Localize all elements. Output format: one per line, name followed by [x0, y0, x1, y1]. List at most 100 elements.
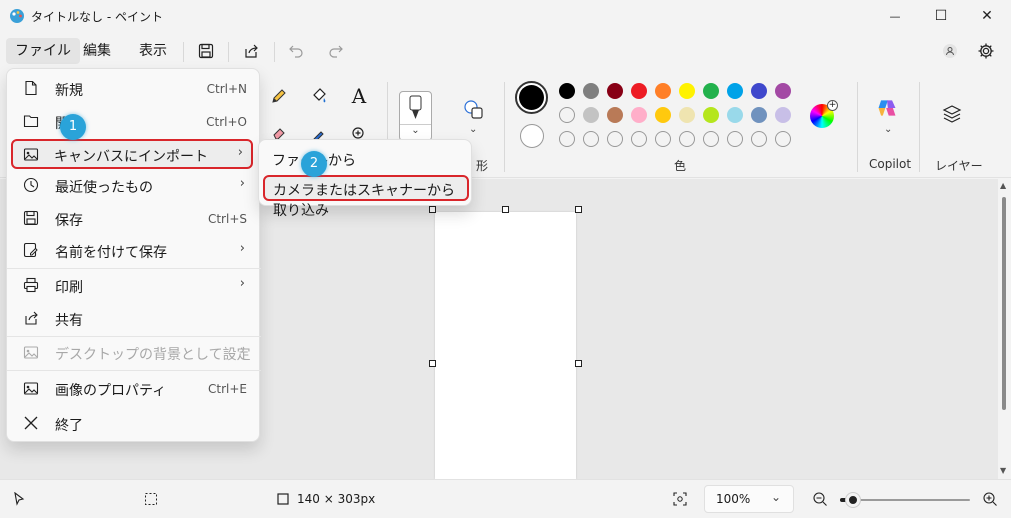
step-badge: 1: [60, 114, 86, 140]
color-swatch[interactable]: [655, 131, 671, 147]
color-swatch[interactable]: [607, 131, 623, 147]
file-menu-exit[interactable]: 終了: [11, 408, 257, 438]
color-swatch[interactable]: [703, 131, 719, 147]
primary-color[interactable]: [515, 81, 548, 114]
share-icon: [245, 44, 258, 58]
color-swatch[interactable]: [583, 131, 599, 147]
menu-edit[interactable]: 編集: [74, 38, 120, 64]
redo-button[interactable]: [325, 40, 347, 62]
drawing-canvas[interactable]: [435, 212, 576, 479]
close-window-button[interactable]: ✕: [964, 0, 1010, 32]
layers-label: レイヤー: [935, 159, 983, 173]
copilot-button[interactable]: [876, 97, 898, 119]
color-swatch[interactable]: [775, 131, 791, 147]
maximize-icon: ☐: [934, 8, 948, 24]
undo-button[interactable]: [285, 40, 307, 62]
scroll-down-icon[interactable]: ▼: [1000, 466, 1006, 475]
file-menu-image-properties[interactable]: 画像のプロパティ Ctrl+E: [11, 373, 257, 403]
scroll-up-icon[interactable]: ▲: [1000, 181, 1006, 190]
save-button[interactable]: [195, 40, 217, 62]
color-swatch[interactable]: [679, 107, 695, 123]
color-swatch[interactable]: [559, 107, 575, 123]
color-swatch[interactable]: [751, 107, 767, 123]
divider: [274, 42, 275, 62]
chevron-down-icon: ⌄: [771, 490, 782, 504]
shapes-tool[interactable]: [463, 99, 485, 121]
file-menu-print[interactable]: 印刷 ›: [11, 270, 257, 300]
brush-tool[interactable]: ⌄: [399, 91, 432, 141]
zoom-in-icon[interactable]: [982, 491, 998, 507]
color-swatch[interactable]: [607, 83, 623, 99]
file-menu-set-desktop-background: デスクトップの背景として設定 ›: [11, 337, 257, 367]
color-swatch[interactable]: [703, 83, 719, 99]
menu-view[interactable]: 表示: [130, 38, 176, 64]
color-swatch[interactable]: [631, 107, 647, 123]
color-swatch[interactable]: [583, 83, 599, 99]
pencil-icon: [272, 89, 286, 103]
zoom-out-icon[interactable]: [812, 491, 828, 507]
resize-handle[interactable]: [502, 206, 509, 213]
color-swatch[interactable]: [631, 83, 647, 99]
copilot-icon: [878, 100, 896, 116]
color-swatch[interactable]: [559, 131, 575, 147]
file-menu-import-to-canvas[interactable]: キャンバスにインポート ›: [11, 139, 253, 169]
scroll-thumb[interactable]: [1002, 197, 1006, 410]
import-from-camera-or-scanner[interactable]: カメラまたはスキャナーから取り込み: [263, 175, 469, 219]
color-swatch[interactable]: [751, 83, 767, 99]
color-swatch[interactable]: [559, 83, 575, 99]
color-swatch[interactable]: [679, 83, 695, 99]
file-menu-share[interactable]: 共有: [11, 303, 257, 333]
import-from-file[interactable]: ファイルから: [263, 144, 469, 172]
secondary-color[interactable]: [520, 124, 544, 148]
zoom-slider-thumb[interactable]: [846, 493, 860, 507]
color-swatch[interactable]: [775, 107, 791, 123]
zoom-select[interactable]: 100% ⌄: [704, 485, 794, 513]
menu-file[interactable]: ファイル: [6, 38, 80, 64]
file-menu-recent[interactable]: 最近使ったもの ›: [11, 170, 257, 200]
save-icon: [198, 43, 214, 59]
color-swatch[interactable]: [751, 131, 767, 147]
color-swatch[interactable]: [655, 107, 671, 123]
resize-handle[interactable]: [575, 360, 582, 367]
account-button[interactable]: [939, 40, 961, 62]
color-swatch[interactable]: [607, 107, 623, 123]
color-swatch[interactable]: [655, 83, 671, 99]
resize-handle[interactable]: [575, 206, 582, 213]
color-swatch[interactable]: [631, 131, 647, 147]
shapes-group-label: 形: [476, 159, 489, 173]
file-menu-save-as[interactable]: 名前を付けて保存 ›: [11, 235, 257, 265]
edit-colors-button[interactable]: +: [810, 100, 838, 128]
menu-item-label: 終了: [55, 418, 83, 434]
primary-color-swatch: [519, 85, 544, 110]
import-image-icon: [23, 148, 39, 161]
color-swatch[interactable]: [679, 131, 695, 147]
zoom-slider[interactable]: [840, 493, 970, 507]
minimize-button[interactable]: —: [872, 0, 918, 32]
layers-button[interactable]: [941, 103, 963, 125]
color-swatch[interactable]: [775, 83, 791, 99]
maximize-button[interactable]: ☐: [918, 0, 964, 32]
file-menu-save[interactable]: 保存 Ctrl+S: [11, 203, 257, 233]
share-icon: [25, 311, 38, 325]
pencil-tool[interactable]: [268, 85, 290, 107]
divider: [504, 82, 505, 172]
fit-to-window-icon[interactable]: [672, 491, 688, 507]
file-menu-new[interactable]: 新規 Ctrl+N: [11, 73, 257, 103]
resize-handle[interactable]: [429, 360, 436, 367]
share-button[interactable]: [240, 40, 262, 62]
color-swatch[interactable]: [727, 83, 743, 99]
canvas-size-text: 140 × 303px: [297, 492, 376, 506]
color-swatch[interactable]: [727, 131, 743, 147]
fill-tool[interactable]: [308, 85, 330, 107]
menu-item-shortcut: Ctrl+N: [206, 82, 247, 96]
color-swatch[interactable]: [727, 107, 743, 123]
settings-button[interactable]: [975, 40, 997, 62]
vertical-scrollbar[interactable]: ▲ ▼: [998, 179, 1011, 479]
divider: [183, 42, 184, 62]
text-tool[interactable]: A: [348, 84, 370, 108]
import-submenu: ファイルから カメラまたはスキャナーから取り込み: [258, 139, 472, 219]
color-swatch[interactable]: [583, 107, 599, 123]
file-menu-open[interactable]: 開く Ctrl+O: [11, 106, 257, 136]
menu-item-label: 名前を付けて保存: [55, 245, 167, 261]
color-swatch[interactable]: [703, 107, 719, 123]
